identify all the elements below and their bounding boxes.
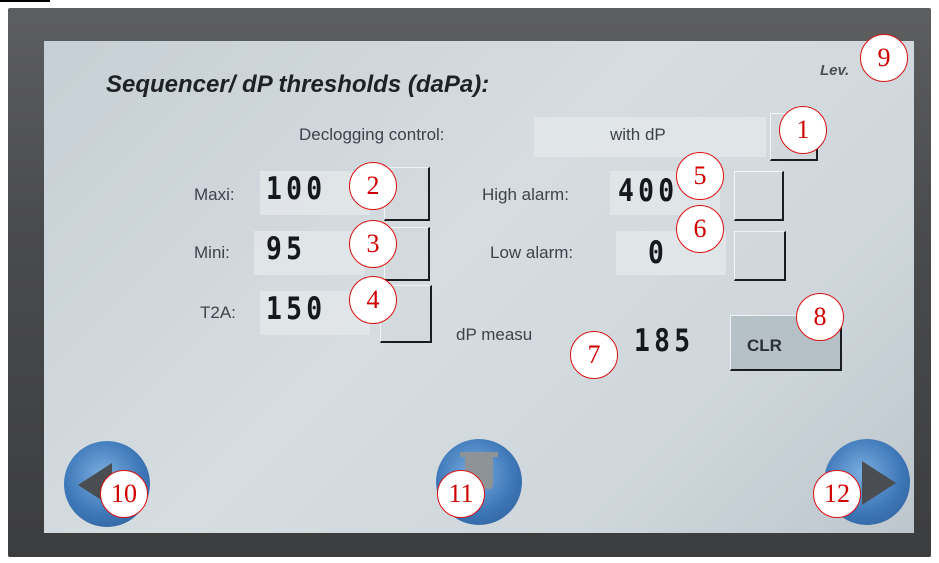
callout-6: 6 [676,205,724,253]
callout-2: 2 [349,162,397,210]
callout-8: 8 [796,293,844,341]
mini-value: 95 [266,231,307,267]
t2a-label: T2A: [200,303,236,322]
maxi-label: Maxi: [194,185,235,204]
callout-1: 1 [779,106,827,154]
high-alarm-value: 400 [618,173,679,209]
low-alarm-value: 0 [648,235,669,271]
page-title: Sequencer/ dP thresholds (daPa): [106,71,490,98]
high-alarm-edit-button[interactable] [734,171,784,221]
low-alarm-edit-button[interactable] [734,231,786,281]
level-indicator: Lev. [820,62,850,79]
right-arrow-icon [862,461,896,505]
dp-measure-label: dP measu [456,325,533,344]
callout-3: 3 [349,220,397,268]
callout-12: 12 [813,470,861,518]
callout-10: 10 [100,470,148,518]
low-alarm-label: Low alarm: [490,243,574,262]
callout-4: 4 [349,276,397,324]
callout-11: 11 [437,470,485,518]
callout-5: 5 [676,152,724,200]
declogging-label: Declogging control: [299,125,445,144]
t2a-value: 150 [266,291,327,327]
dp-measure-value: 185 [634,323,695,359]
top-rule [0,0,50,2]
declogging-value: with dP [610,125,666,144]
callout-9: 9 [860,34,908,82]
callout-7: 7 [570,331,618,379]
mini-label: Mini: [194,243,230,262]
high-alarm-label: High alarm: [482,185,569,204]
maxi-value: 100 [266,171,327,207]
